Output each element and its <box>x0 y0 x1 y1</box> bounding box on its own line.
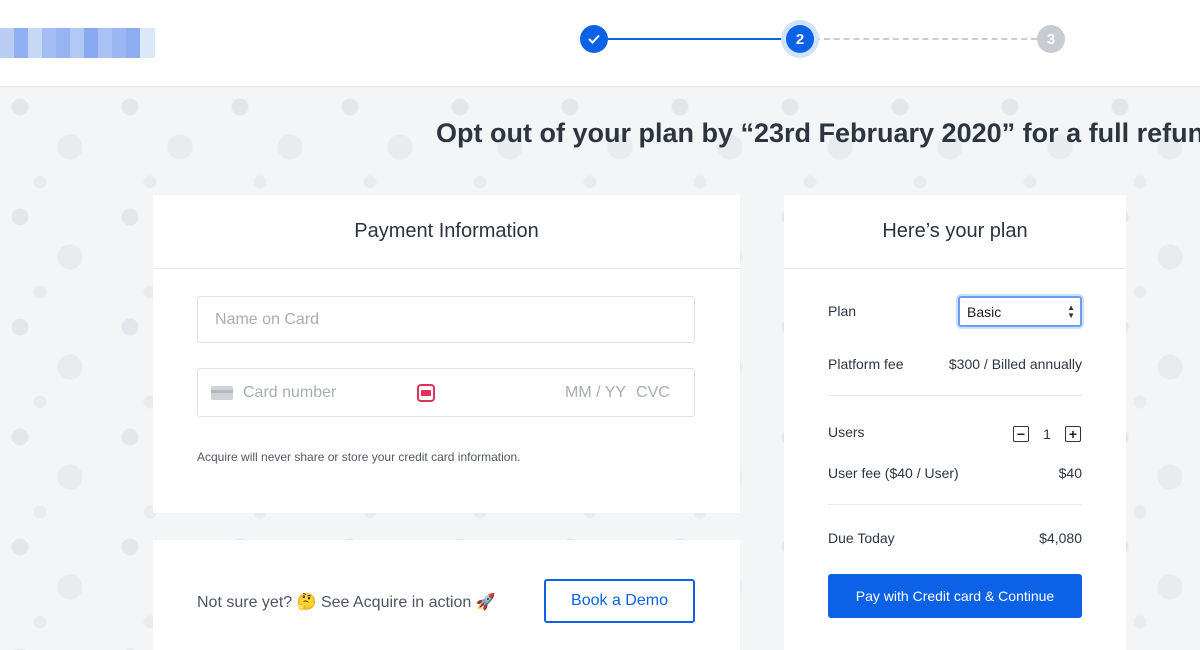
card-warning-icon <box>417 383 435 402</box>
name-on-card-field[interactable]: Name on Card <box>197 296 695 343</box>
user-fee-label: User fee ($40 / User) <box>828 465 959 481</box>
credit-card-icon <box>211 385 233 400</box>
plan-card: Here’s your plan Plan Basic ▲ ▼ Platform … <box>784 195 1126 650</box>
plan-label: Plan <box>828 303 857 319</box>
due-today-label: Due Today <box>828 530 895 546</box>
plan-card-title: Here’s your plan <box>784 195 1126 269</box>
stepper-line-pending <box>814 38 1037 40</box>
platform-fee-label: Platform fee <box>828 356 904 372</box>
card-number-placeholder: Card number <box>243 383 337 401</box>
minus-button[interactable]: − <box>1013 426 1029 442</box>
logo-blurred <box>0 28 155 58</box>
name-on-card-placeholder: Name on Card <box>215 310 320 328</box>
page-headline: Opt out of your plan by “23rd February 2… <box>436 118 1200 148</box>
top-bar: 2 3 <box>0 0 1200 87</box>
demo-prompt: Not sure yet? 🤔 See Acquire in action 🚀 <box>197 594 496 611</box>
pay-continue-button[interactable]: Pay with Credit card & Continue <box>828 574 1082 618</box>
users-stepper: − 1 + <box>1013 426 1081 442</box>
privacy-note: Acquire will never share or store your c… <box>197 450 521 464</box>
plus-button[interactable]: + <box>1065 426 1081 442</box>
plan-select-value: Basic <box>967 303 1002 320</box>
progress-stepper: 2 3 <box>580 25 1066 55</box>
due-today-value: $4,080 <box>1039 530 1082 546</box>
step-3-pending: 3 <box>1037 25 1065 53</box>
cvc-placeholder: CVC <box>636 383 670 401</box>
user-fee-value: $40 <box>1058 465 1082 481</box>
step-2-current: 2 <box>786 25 814 53</box>
stepper-line-complete <box>608 38 786 40</box>
card-number-field[interactable]: Card number MM / YY CVC <box>197 368 695 417</box>
plan-select[interactable]: Basic ▲ ▼ <box>958 296 1082 327</box>
payment-card-title: Payment Information <box>153 195 740 269</box>
demo-card: Not sure yet? 🤔 See Acquire in action 🚀 … <box>153 540 740 650</box>
divider <box>828 395 1082 396</box>
expiry-placeholder: MM / YY <box>565 383 627 401</box>
select-arrows-icon: ▲ ▼ <box>1067 303 1075 320</box>
users-count: 1 <box>1043 426 1051 442</box>
users-label: Users <box>828 424 865 440</box>
platform-fee-value: $300 / Billed annually <box>948 356 1082 372</box>
book-demo-button[interactable]: Book a Demo <box>544 579 695 623</box>
step-1-complete <box>580 25 608 53</box>
divider <box>828 504 1082 505</box>
check-icon <box>588 34 600 44</box>
payment-card: Payment Information Name on Card Card nu… <box>153 195 740 513</box>
